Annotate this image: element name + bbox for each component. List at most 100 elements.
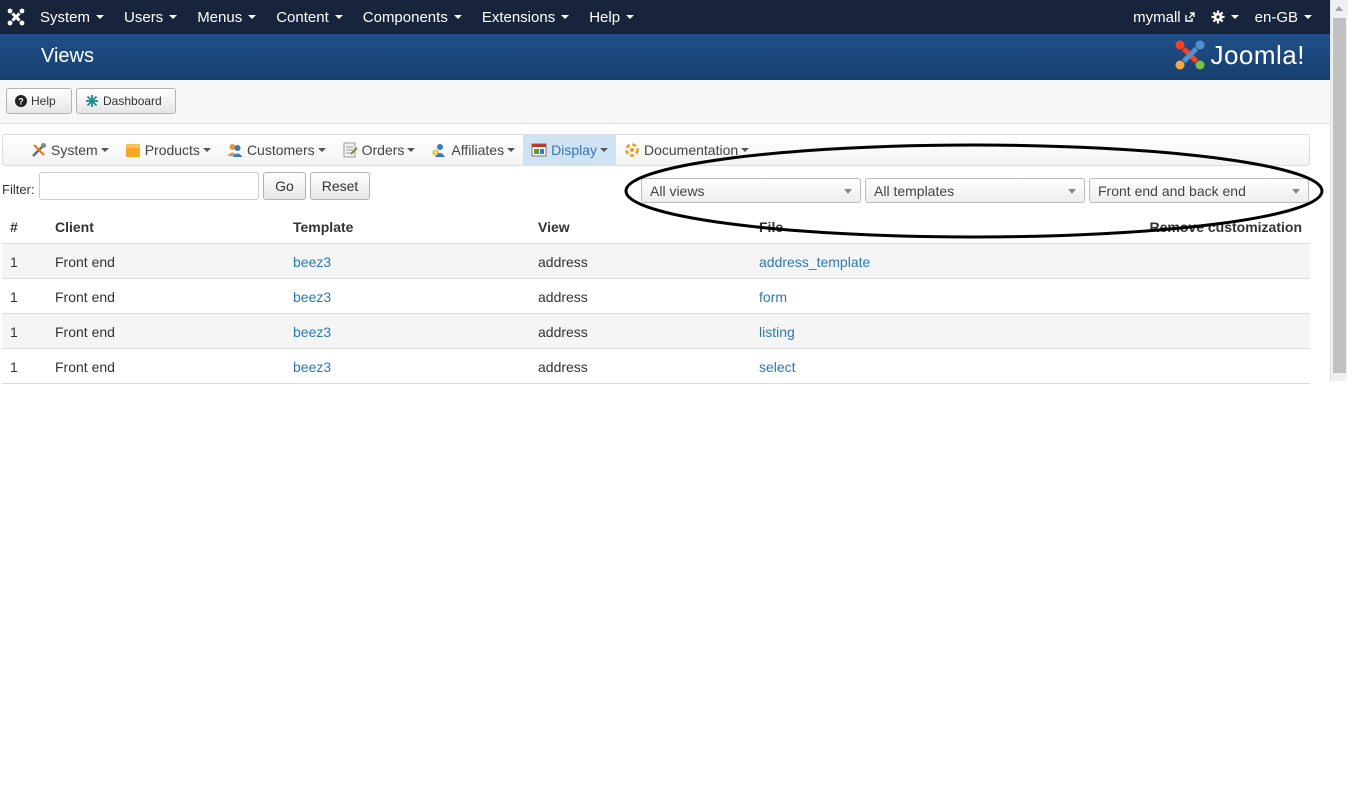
dropdown-arrow-icon xyxy=(844,189,852,194)
help-label: Help xyxy=(31,94,56,108)
caret-down-icon xyxy=(1230,15,1239,19)
column-header-client[interactable]: Client xyxy=(55,219,94,235)
orders-icon xyxy=(342,142,358,158)
dropdown-arrow-icon xyxy=(1068,189,1076,194)
component-menu-documentation[interactable]: Documentation xyxy=(616,135,757,165)
component-menu-system[interactable]: System xyxy=(23,135,117,165)
admin-top-navbar: System Users Menus Content Components Ex… xyxy=(0,0,1330,34)
component-menu-customers-label: Customers xyxy=(246,142,315,158)
documentation-icon xyxy=(624,142,640,158)
component-menu-affiliates[interactable]: $ Affiliates xyxy=(423,135,523,165)
caret-down-icon xyxy=(1304,15,1312,19)
column-header-num[interactable]: # xyxy=(10,219,18,235)
products-icon xyxy=(125,142,141,158)
caret-down-icon xyxy=(248,15,257,19)
templates-select[interactable]: All templates xyxy=(865,178,1085,203)
menu-menus-label: Menus xyxy=(197,8,243,26)
scroll-up-arrow-icon[interactable] xyxy=(1331,0,1348,17)
caret-down-icon xyxy=(600,148,608,152)
table-header: # Client Template View File Remove custo… xyxy=(2,210,1310,244)
reset-button[interactable]: Reset xyxy=(310,172,370,200)
client-select[interactable]: Front end and back end xyxy=(1089,178,1309,203)
external-link-icon xyxy=(1184,12,1195,22)
caret-down-icon xyxy=(334,15,343,19)
tools-icon xyxy=(31,142,47,158)
row-template-link[interactable]: beez3 xyxy=(293,254,331,270)
joomla-brand-text: Joomla! xyxy=(1210,39,1305,70)
row-file-link[interactable]: form xyxy=(759,289,787,305)
table-row: 1 Front end beez3 address form xyxy=(2,279,1310,314)
views-table: # Client Template View File Remove custo… xyxy=(2,210,1310,384)
menu-content-label: Content xyxy=(276,8,329,26)
row-client: Front end xyxy=(55,359,115,375)
svg-text:?: ? xyxy=(18,97,24,107)
filter-label: Filter: xyxy=(2,182,35,197)
caret-down-icon xyxy=(507,148,516,152)
toolbar: ? Help Dashboard xyxy=(0,80,1330,124)
page-scrollbar[interactable] xyxy=(1330,0,1348,381)
dashboard-button[interactable]: Dashboard xyxy=(76,88,176,114)
column-header-template[interactable]: Template xyxy=(293,219,353,235)
go-button[interactable]: Go xyxy=(263,172,306,200)
menu-components[interactable]: Components xyxy=(353,0,472,34)
client-select-value: Front end and back end xyxy=(1098,182,1246,199)
row-view: address xyxy=(538,254,588,270)
column-header-remove[interactable]: Remove customization xyxy=(1150,219,1302,235)
menu-content[interactable]: Content xyxy=(266,0,353,34)
table-row: 1 Front end beez3 address address_templa… xyxy=(2,244,1310,279)
row-template-link[interactable]: beez3 xyxy=(293,289,331,305)
page-header: Views Joomla! xyxy=(0,34,1330,80)
language-menu[interactable]: en-GB xyxy=(1247,0,1320,34)
component-menu-display[interactable]: Display xyxy=(523,135,616,165)
table-row: 1 Front end beez3 address select xyxy=(2,349,1310,384)
caret-down-icon xyxy=(741,148,750,152)
dashboard-label: Dashboard xyxy=(103,94,162,108)
column-header-view[interactable]: View xyxy=(538,219,570,235)
caret-down-icon xyxy=(407,148,416,152)
caret-down-icon xyxy=(202,148,211,152)
row-client: Front end xyxy=(55,254,115,270)
display-icon xyxy=(531,142,547,158)
component-menu-display-label: Display xyxy=(551,142,597,158)
joomla-logo: Joomla! xyxy=(1174,39,1305,71)
joomla-icon[interactable] xyxy=(2,0,30,34)
row-template-link[interactable]: beez3 xyxy=(293,359,331,375)
views-select-value: All views xyxy=(650,182,705,199)
row-file-link[interactable]: listing xyxy=(759,324,795,340)
row-template-link[interactable]: beez3 xyxy=(293,324,331,340)
templates-select-value: All templates xyxy=(874,182,955,199)
menu-users[interactable]: Users xyxy=(114,0,187,34)
topbar-right: mymall en-GB xyxy=(1125,0,1330,34)
column-header-file[interactable]: File xyxy=(759,219,783,235)
affiliates-icon: $ xyxy=(431,142,447,158)
component-menu-orders[interactable]: Orders xyxy=(334,135,424,165)
component-menu: System Products Customers Orders $ Affil… xyxy=(2,134,1310,166)
component-menu-products[interactable]: Products xyxy=(117,135,219,165)
site-link[interactable]: mymall xyxy=(1125,0,1203,34)
filter-input[interactable] xyxy=(39,172,259,200)
caret-down-icon xyxy=(100,148,109,152)
row-file-link[interactable]: select xyxy=(759,359,796,375)
row-num: 1 xyxy=(10,324,18,340)
settings-menu[interactable] xyxy=(1203,0,1247,34)
menu-system[interactable]: System xyxy=(30,0,114,34)
row-file-link[interactable]: address_template xyxy=(759,254,870,270)
component-menu-orders-label: Orders xyxy=(361,142,405,158)
question-circle-icon: ? xyxy=(15,95,27,107)
menu-help[interactable]: Help xyxy=(579,0,644,34)
menu-extensions[interactable]: Extensions xyxy=(472,0,579,34)
row-view: address xyxy=(538,289,588,305)
row-num: 1 xyxy=(10,289,18,305)
main-menu: System Users Menus Content Components Ex… xyxy=(30,0,644,34)
menu-menus[interactable]: Menus xyxy=(187,0,266,34)
component-menu-documentation-label: Documentation xyxy=(644,142,739,158)
row-num: 1 xyxy=(10,359,18,375)
scrollbar-thumb[interactable] xyxy=(1333,18,1346,373)
component-menu-system-label: System xyxy=(51,142,98,158)
row-client: Front end xyxy=(55,289,115,305)
site-name: mymall xyxy=(1133,8,1181,26)
views-select[interactable]: All views xyxy=(641,178,861,203)
caret-down-icon xyxy=(561,15,570,19)
help-button[interactable]: ? Help xyxy=(6,88,72,114)
component-menu-customers[interactable]: Customers xyxy=(219,135,334,165)
